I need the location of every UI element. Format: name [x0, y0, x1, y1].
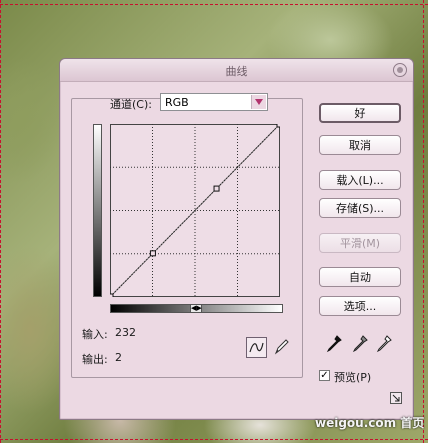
input-value: 232 [115, 326, 136, 339]
selection-marquee-top [0, 4, 428, 5]
curve-tool-button[interactable] [246, 337, 267, 358]
pencil-tool-button[interactable] [272, 337, 293, 358]
curve-control-point [276, 124, 280, 128]
dropdown-arrow-icon[interactable] [251, 95, 266, 109]
curve-control-point [213, 185, 220, 192]
selection-marquee-left [0, 0, 1, 443]
close-icon[interactable] [393, 63, 407, 77]
gradient-toggle-icon[interactable]: ◀▶ [190, 304, 202, 313]
options-button[interactable]: 选项... [319, 296, 401, 316]
load-button[interactable]: 载入(L)... [319, 170, 401, 190]
curve-icon [249, 342, 264, 353]
auto-button[interactable]: 自动 [319, 267, 401, 287]
selection-marquee-right [423, 0, 424, 443]
smooth-button[interactable]: 平滑(M) [319, 233, 401, 253]
ok-button[interactable]: 好 [319, 103, 401, 123]
pencil-icon [274, 339, 289, 355]
channel-value: RGB [165, 96, 189, 109]
input-label: 输入: [82, 328, 108, 341]
output-label: 输出: [82, 353, 108, 366]
preview-label[interactable]: 预览(P) [334, 369, 371, 385]
curve-control-point [110, 293, 114, 297]
output-gradient-bar [93, 124, 102, 297]
black-eyedropper-icon[interactable] [326, 335, 342, 353]
curve-control-point [149, 250, 156, 257]
channel-select[interactable]: RGB [160, 93, 268, 111]
curve-graph[interactable] [110, 124, 280, 297]
output-value: 2 [115, 351, 122, 364]
save-button[interactable]: 存储(S)... [319, 198, 401, 218]
white-eyedropper-icon[interactable] [376, 335, 392, 353]
channel-label: 通道(C): [110, 98, 152, 111]
preview-checkbox[interactable]: ✓ [319, 370, 330, 381]
gray-eyedropper-icon[interactable] [352, 335, 368, 353]
selection-marquee-bottom [0, 439, 428, 440]
dialog-title: 曲线 [225, 65, 248, 78]
dialog-titlebar[interactable]: 曲线 [60, 59, 413, 82]
expand-icon[interactable] [390, 392, 402, 404]
watermark-text: weigou.com 首页 [315, 416, 425, 430]
cancel-button[interactable]: 取消 [319, 135, 401, 155]
